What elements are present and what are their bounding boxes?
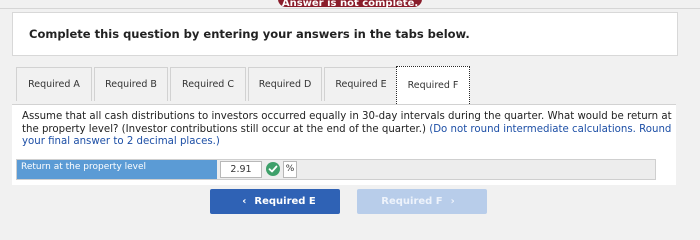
top-strip: Answer is not complete. xyxy=(0,0,700,8)
answer-status-text: Answer is not complete. xyxy=(281,0,419,8)
page: Answer is not complete. Complete this qu… xyxy=(0,0,700,240)
prev-button-label: Required E xyxy=(254,196,316,207)
tab-required-d[interactable]: Required D xyxy=(248,67,322,101)
check-circle-icon xyxy=(266,162,280,176)
prev-required-button[interactable]: ‹ Required E xyxy=(210,189,340,214)
return-input[interactable]: 2.91 xyxy=(220,161,262,178)
instructions-text: Complete this question by entering your … xyxy=(29,27,470,41)
instructions-card: Complete this question by entering your … xyxy=(12,12,678,56)
answer-status-badge: Answer is not complete. xyxy=(278,0,422,8)
question-panel: Assume that all cash distributions to in… xyxy=(12,104,676,185)
percent-unit: % xyxy=(283,161,297,178)
tab-required-b[interactable]: Required B xyxy=(94,67,168,101)
chevron-right-icon: › xyxy=(450,196,455,207)
next-required-button[interactable]: Required F › xyxy=(357,189,487,214)
answer-label: Return at the property level xyxy=(17,160,217,179)
tab-required-c[interactable]: Required C xyxy=(170,67,246,101)
chevron-left-icon: ‹ xyxy=(242,196,247,207)
top-divider xyxy=(0,8,700,9)
answer-row: Return at the property level 2.91 % xyxy=(16,159,656,180)
tab-required-f[interactable]: Required F xyxy=(396,66,470,104)
tab-required-a[interactable]: Required A xyxy=(16,67,92,101)
tab-required-e[interactable]: Required E xyxy=(324,67,398,101)
question-text: Assume that all cash distributions to in… xyxy=(22,111,672,149)
next-button-label: Required F xyxy=(381,196,443,207)
